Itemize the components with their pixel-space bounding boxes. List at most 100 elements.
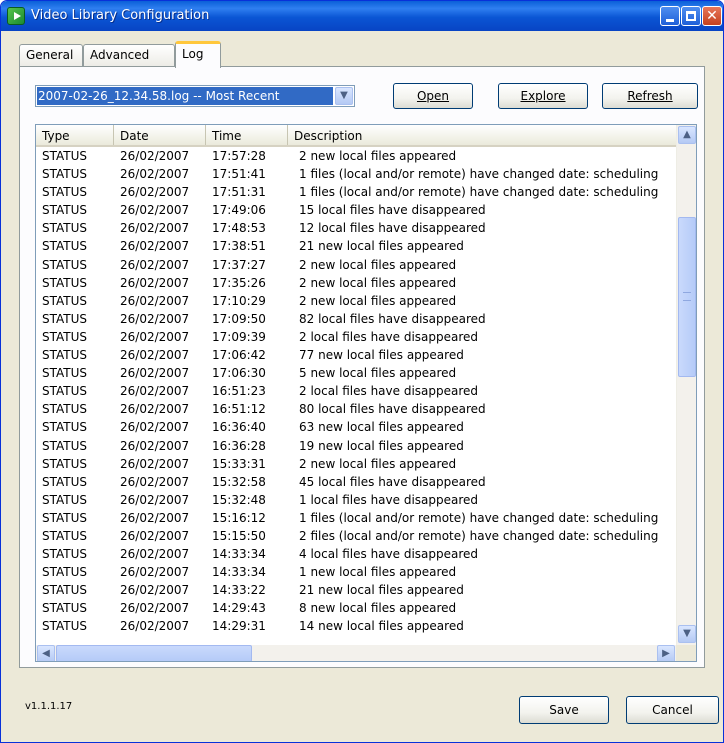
log-date-cell: 26/02/2007 (120, 329, 190, 344)
log-type-cell: STATUS (42, 149, 88, 163)
scroll-up-icon[interactable]: ▲ (678, 126, 696, 144)
log-row[interactable]: STATUS 26/02/2007 14:33:34 4 local files ha… (36, 545, 676, 563)
title-bar[interactable]: Video Library Configuration ✕ (1, 1, 723, 31)
log-time-cell: 17:37:27 (212, 257, 266, 272)
log-date-cell: 26/02/2007 (120, 402, 190, 417)
log-time-cell: 16:51:23 (212, 384, 266, 399)
log-row[interactable]: STATUS 26/02/2007 16:51:12 80 local files h… (36, 400, 676, 418)
log-date-cell: 26/02/2007 (120, 221, 190, 236)
log-time-cell: 17:48:53 (212, 221, 266, 236)
log-date-cell: 26/02/2007 (120, 167, 190, 182)
log-description-cell: 21 new local files appeared (299, 239, 464, 254)
video-app-icon[interactable] (7, 7, 25, 25)
log-time-cell: 16:51:12 (212, 402, 266, 417)
chevron-down-icon[interactable]: ▼ (335, 87, 353, 105)
log-type-cell: STATUS (42, 456, 88, 471)
log-row[interactable]: STATUS 26/02/2007 17:06:30 5 new local file… (36, 364, 676, 382)
log-time-cell: 17:06:42 (212, 348, 266, 363)
log-description-cell: 4 local files have disappeared (299, 547, 479, 562)
log-type-cell: STATUS (42, 221, 88, 236)
maximize-button[interactable] (681, 6, 701, 26)
log-row[interactable]: STATUS 26/02/2007 17:37:27 2 new local file… (36, 256, 676, 274)
log-row[interactable]: STATUS 26/02/2007 17:48:53 12 local files h… (36, 219, 676, 237)
refresh-button[interactable]: Refresh (602, 83, 698, 109)
tab-log[interactable]: Log (175, 41, 221, 68)
log-file-select[interactable]: 2007-02-26_12.34.58.log -- Most Recent ▼ (35, 85, 355, 107)
column-header-date[interactable]: Date (114, 125, 206, 145)
log-list-header: Type Date Time Description (36, 125, 676, 147)
log-row[interactable]: STATUS 26/02/2007 17:09:50 82 local files h… (36, 310, 676, 328)
log-description-cell: 2 new local files appeared (299, 293, 457, 308)
log-date-cell: 26/02/2007 (120, 510, 190, 525)
tab-general[interactable]: General (19, 44, 83, 67)
minimize-button[interactable] (660, 6, 680, 26)
minimize-icon (666, 19, 674, 22)
log-time-cell: 17:49:06 (212, 203, 266, 218)
tab-advanced[interactable]: Advanced (83, 44, 175, 67)
close-button[interactable]: ✕ (702, 6, 722, 26)
log-time-cell: 15:15:50 (212, 528, 266, 543)
log-row[interactable]: STATUS 26/02/2007 14:33:34 1 new local file… (36, 563, 676, 581)
log-type-cell: STATUS (42, 167, 88, 182)
column-header-description[interactable]: Description (288, 125, 676, 145)
log-row[interactable]: STATUS 26/02/2007 14:33:22 21 new local fil… (36, 581, 676, 599)
log-date-cell: 26/02/2007 (120, 420, 190, 435)
log-description-cell: 2 local files have disappeared (299, 384, 479, 399)
vertical-scroll-thumb[interactable] (678, 217, 696, 377)
log-time-cell: 17:06:30 (212, 366, 266, 381)
log-description-cell: 1 new local files appeared (299, 565, 457, 580)
refresh-button-label: Refresh (627, 89, 673, 103)
log-row[interactable]: STATUS 26/02/2007 16:51:23 2 local files ha… (36, 382, 676, 400)
column-header-type[interactable]: Type (36, 125, 114, 145)
log-row[interactable]: STATUS 26/02/2007 16:36:28 19 new local fil… (36, 437, 676, 455)
scroll-down-icon[interactable]: ▼ (678, 625, 696, 643)
log-row[interactable]: STATUS 26/02/2007 14:29:31 14 new local fil… (36, 617, 676, 635)
log-row[interactable]: STATUS 26/02/2007 16:36:40 63 new local fil… (36, 418, 676, 436)
log-row[interactable]: STATUS 26/02/2007 17:10:29 2 new local file… (36, 292, 676, 310)
log-date-cell: 26/02/2007 (120, 366, 190, 381)
log-date-cell: 26/02/2007 (120, 149, 190, 163)
log-list[interactable]: Type Date Time Description STATUS 26/02/2… (35, 124, 697, 662)
log-row[interactable]: STATUS 26/02/2007 15:32:48 1 local files ha… (36, 491, 676, 509)
log-row[interactable]: STATUS 26/02/2007 17:57:28 2 new local file… (36, 147, 676, 165)
log-row[interactable]: STATUS 26/02/2007 17:51:41 1 files (local a… (36, 165, 676, 183)
log-description-cell: 82 local files have disappeared (299, 311, 486, 326)
horizontal-scrollbar[interactable]: ◀ ▶ (36, 645, 676, 661)
log-date-cell: 26/02/2007 (120, 492, 190, 507)
log-row[interactable]: STATUS 26/02/2007 15:16:12 1 files (local a… (36, 509, 676, 527)
log-row[interactable]: STATUS 26/02/2007 17:51:31 1 files (local a… (36, 183, 676, 201)
log-row[interactable]: STATUS 26/02/2007 17:06:42 77 new local fil… (36, 346, 676, 364)
log-row[interactable]: STATUS 26/02/2007 17:38:51 21 new local fil… (36, 237, 676, 255)
log-row[interactable]: STATUS 26/02/2007 17:09:39 2 local files ha… (36, 328, 676, 346)
log-row[interactable]: STATUS 26/02/2007 15:33:31 2 new local file… (36, 455, 676, 473)
column-header-time[interactable]: Time (206, 125, 288, 145)
log-row[interactable]: STATUS 26/02/2007 17:35:26 2 new local file… (36, 274, 676, 292)
log-time-cell: 17:09:39 (212, 329, 266, 344)
log-type-cell: STATUS (42, 239, 88, 254)
log-date-cell: 26/02/2007 (120, 239, 190, 254)
horizontal-scroll-thumb[interactable] (56, 645, 252, 661)
log-description-cell: 19 new local files appeared (299, 438, 464, 453)
log-time-cell: 17:51:41 (212, 167, 266, 182)
log-description-cell: 2 new local files appeared (299, 456, 457, 471)
scroll-right-icon[interactable]: ▶ (657, 645, 675, 661)
log-type-cell: STATUS (42, 547, 88, 562)
log-row[interactable]: STATUS 26/02/2007 14:29:43 8 new local file… (36, 599, 676, 617)
log-time-cell: 16:36:28 (212, 438, 266, 453)
log-date-cell: 26/02/2007 (120, 438, 190, 453)
log-date-cell: 26/02/2007 (120, 203, 190, 218)
explore-button[interactable]: Explore (498, 83, 588, 109)
log-time-cell: 17:38:51 (212, 239, 266, 254)
scroll-left-icon[interactable]: ◀ (37, 645, 55, 661)
save-button[interactable]: Save (519, 696, 609, 724)
log-date-cell: 26/02/2007 (120, 275, 190, 290)
cancel-button[interactable]: Cancel (626, 696, 719, 724)
log-row[interactable]: STATUS 26/02/2007 17:49:06 15 local files h… (36, 201, 676, 219)
vertical-scrollbar[interactable]: ▲ ▼ (676, 125, 696, 645)
log-row[interactable]: STATUS 26/02/2007 15:32:58 45 local files h… (36, 473, 676, 491)
log-description-cell: 1 files (local and/or remote) have chang… (299, 185, 659, 200)
open-button[interactable]: Open (393, 83, 473, 109)
log-time-cell: 15:32:58 (212, 474, 266, 489)
log-date-cell: 26/02/2007 (120, 583, 190, 598)
log-row[interactable]: STATUS 26/02/2007 15:15:50 2 files (local a… (36, 527, 676, 545)
